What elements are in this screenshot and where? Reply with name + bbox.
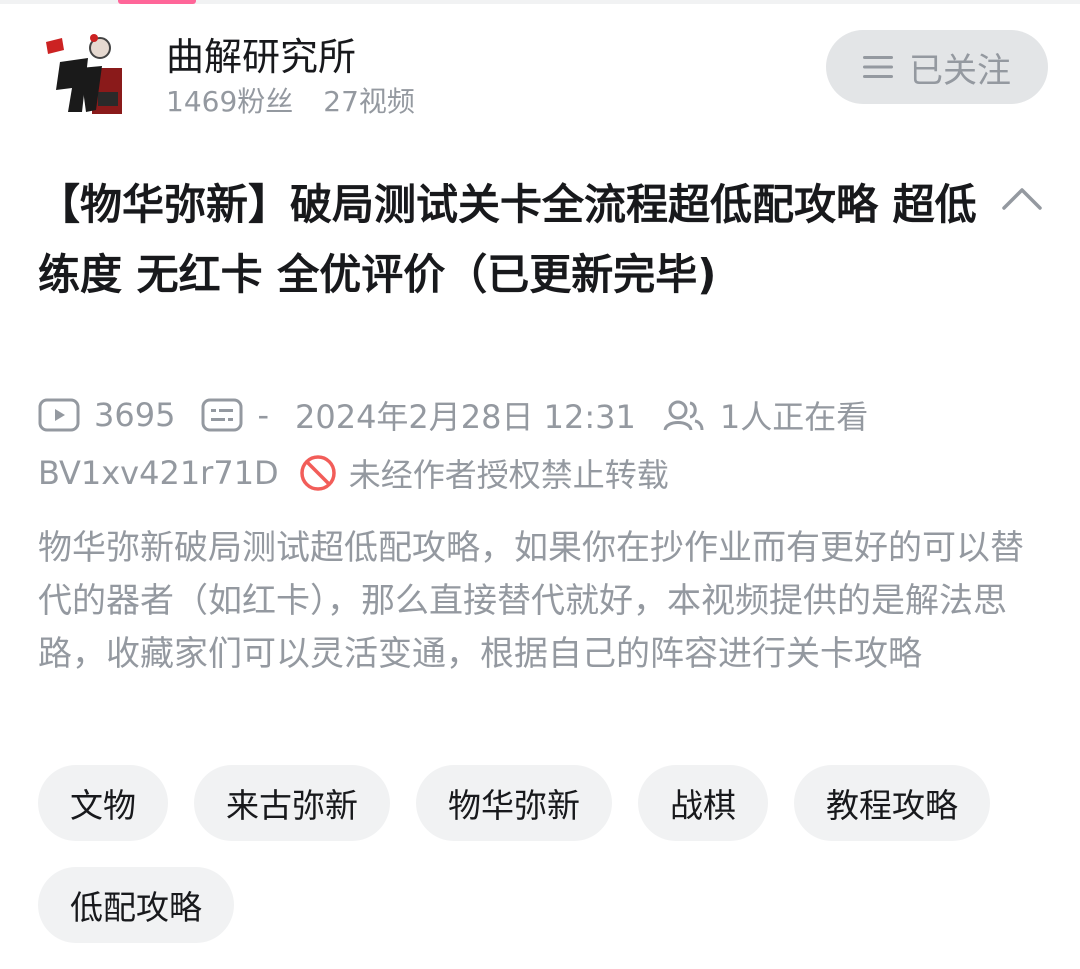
danmaku-count: - — [257, 396, 269, 434]
follow-button[interactable]: 已关注 — [826, 30, 1048, 104]
tag-item[interactable]: 战棋 — [638, 765, 768, 841]
collapse-button[interactable] — [1000, 180, 1044, 216]
tag-item[interactable]: 低配攻略 — [38, 867, 234, 943]
play-count-icon — [38, 398, 80, 432]
tag-item[interactable]: 来古弥新 — [194, 765, 390, 841]
video-count: 27视频 — [323, 85, 415, 118]
video-meta: 3695 - 2024年2月28日 12:31 1人正在看 — [38, 390, 868, 440]
view-count: 3695 — [94, 396, 176, 434]
video-title: 【物华弥新】破局测试关卡全流程超低配攻略 超低练度 无红卡 全优评价（已更新完毕… — [38, 180, 977, 299]
avatar[interactable] — [42, 28, 124, 120]
danmaku-icon — [201, 398, 243, 432]
menu-icon — [863, 56, 893, 78]
uploader-stats: 1469粉丝 27视频 — [166, 80, 415, 120]
copyright-notice: 未经作者授权禁止转载 — [348, 456, 669, 494]
video-id-row: BV1xv421r71D 未经作者授权禁止转载 — [38, 448, 669, 498]
bvid[interactable]: BV1xv421r71D — [38, 454, 279, 492]
viewers-icon — [662, 398, 706, 432]
follow-label: 已关注 — [909, 50, 1011, 91]
video-description: 物华弥新破局测试超低配攻略，如果你在抄作业而有更好的可以替代的器者（如红卡），那… — [38, 528, 1024, 674]
chevron-up-icon — [1002, 188, 1042, 210]
uploader-name[interactable]: 曲解研究所 — [166, 26, 356, 81]
forbid-icon — [299, 454, 337, 492]
follower-count: 1469粉丝 — [166, 85, 294, 118]
tag-item[interactable]: 文物 — [38, 765, 168, 841]
tag-item[interactable]: 教程攻略 — [794, 765, 990, 841]
avatar-logo-icon — [46, 34, 122, 114]
watching-now: 1人正在看 — [719, 398, 869, 436]
publish-date: 2024年2月28日 12:31 — [294, 398, 636, 436]
tag-item[interactable]: 物华弥新 — [416, 765, 612, 841]
tab-indicator — [118, 0, 196, 4]
uploader-header: 曲解研究所 1469粉丝 27视频 已关注 — [36, 18, 1048, 128]
tag-list: 文物 来古弥新 物华弥新 战棋 教程攻略 低配攻略 — [38, 765, 1048, 969]
